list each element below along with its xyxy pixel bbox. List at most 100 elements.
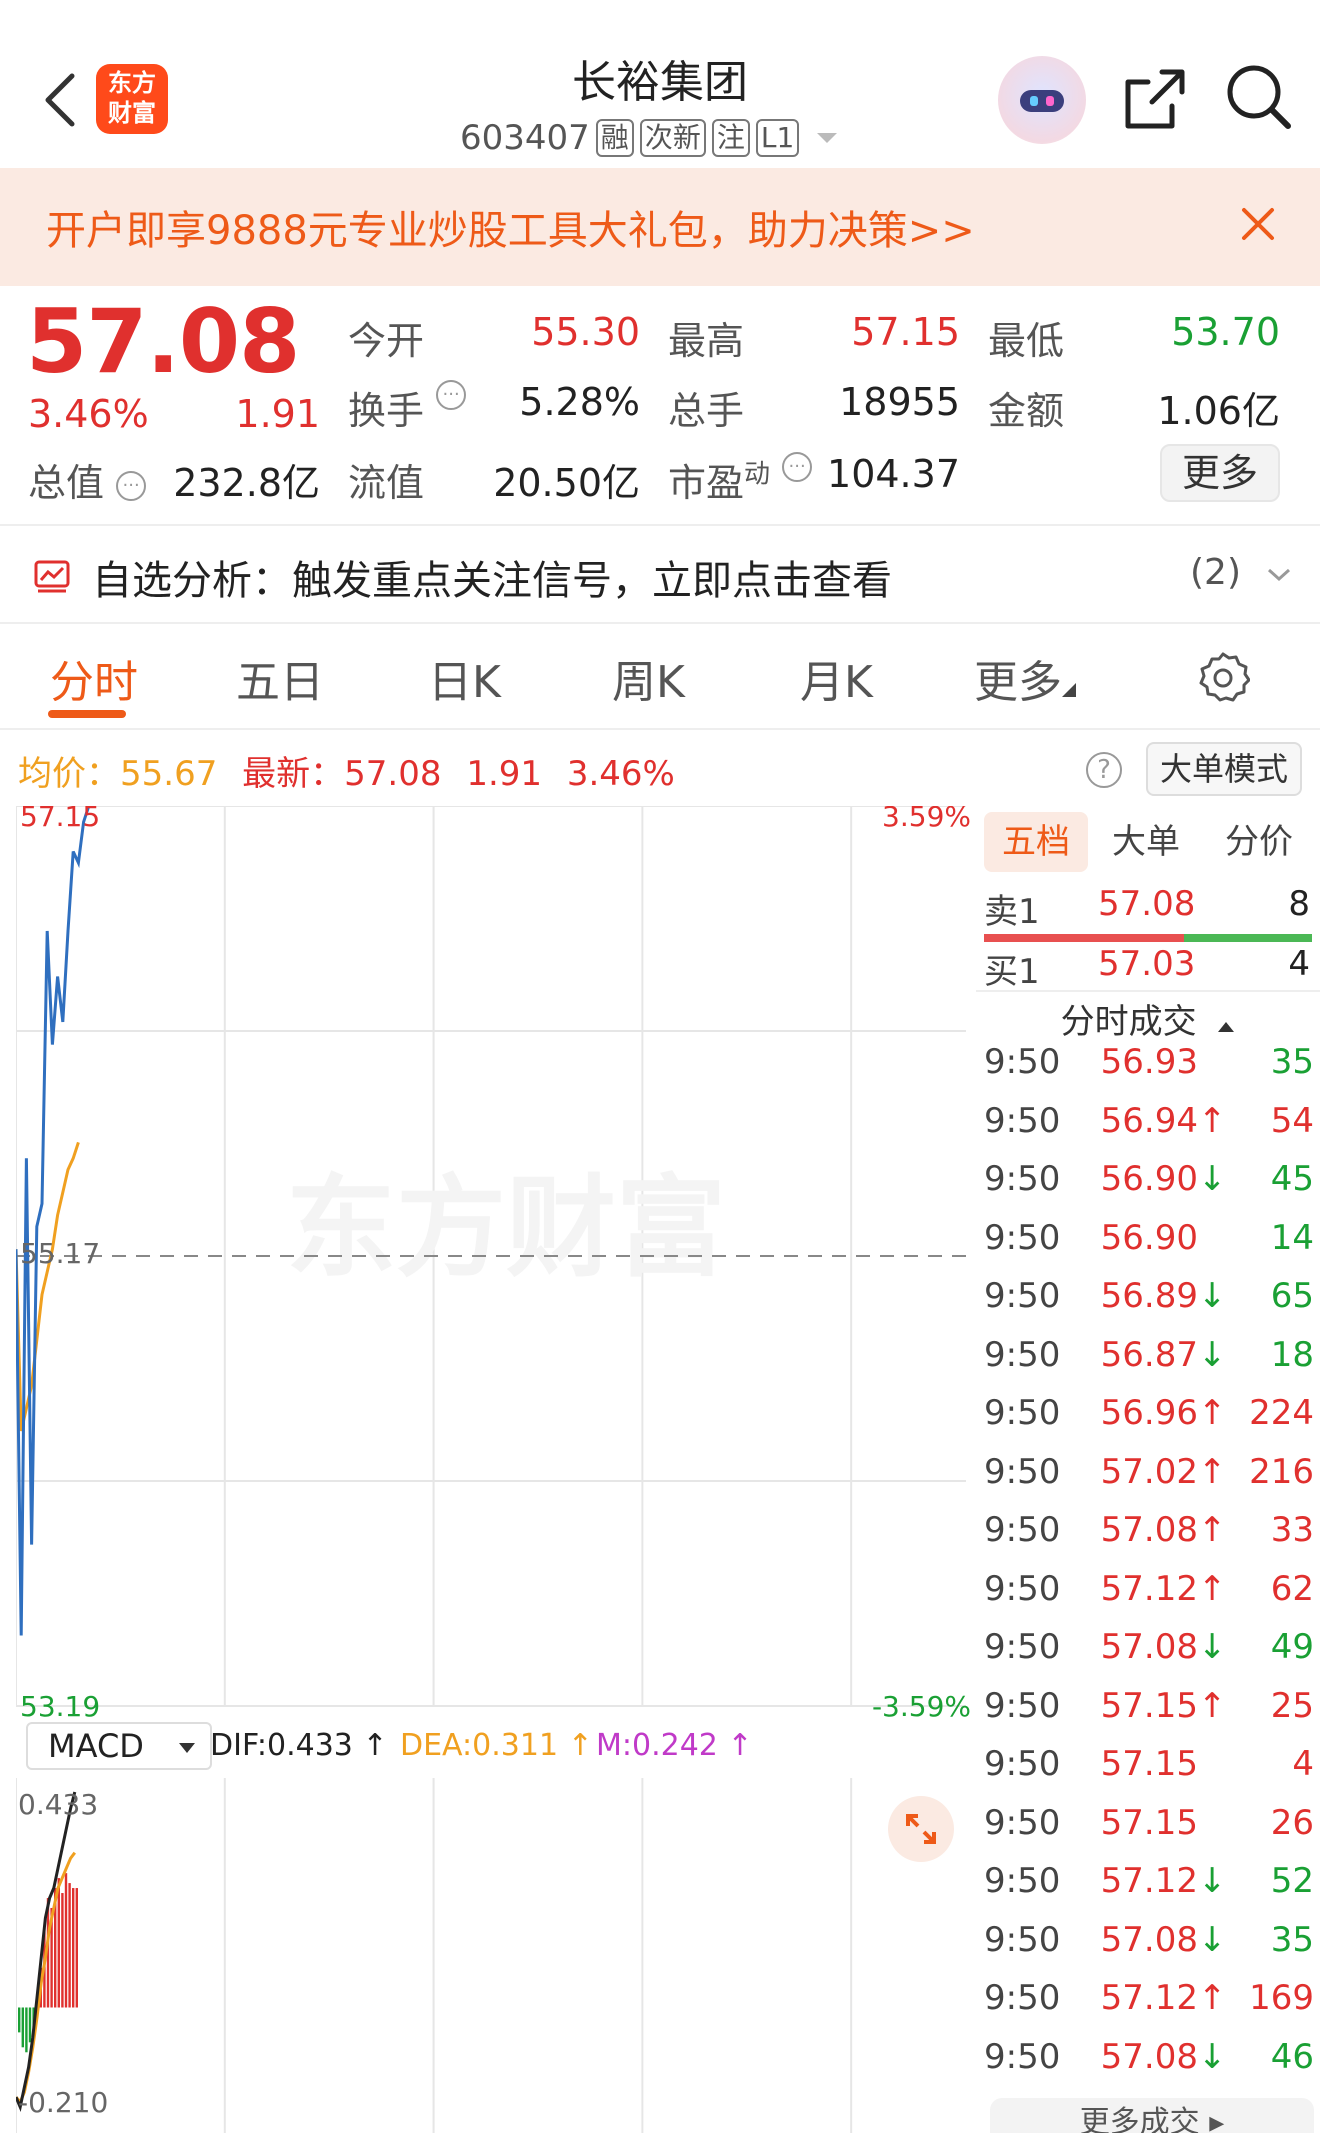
tick-direction-icon: ↑ xyxy=(1198,1685,1227,1726)
tick-row: 9:50 57.15 4 xyxy=(984,1744,1314,1802)
ticks-title: 分时成交 xyxy=(1060,1002,1197,1042)
tick-price-text: 57.08 xyxy=(1100,2036,1198,2077)
tab-price-distribution[interactable]: 分价 xyxy=(1204,812,1314,872)
macd-y-bottom-label: -0.210 xyxy=(18,2086,108,2119)
close-icon[interactable] xyxy=(1238,204,1278,244)
high-label: 最高 xyxy=(668,319,745,363)
more-quote-button[interactable]: 更多 xyxy=(1160,444,1280,502)
info-icon: ··· xyxy=(116,470,147,501)
tick-volume: 52 xyxy=(1270,1861,1314,1901)
macd-dea: DEA:0.311 ↑ xyxy=(400,1728,593,1763)
more-trades-button[interactable]: 更多成交 ▸ xyxy=(990,2098,1314,2133)
tick-row: 9:50 57.12↑ 62 xyxy=(984,1569,1314,1627)
tick-time: 9:50 xyxy=(984,1042,1061,1082)
macd-chart[interactable]: 0.433 -0.210 xyxy=(16,1778,976,2133)
tick-price-text: 57.12 xyxy=(1100,1978,1198,2018)
tag-registration: 注 xyxy=(711,119,750,157)
tab-five-day[interactable]: 五日 xyxy=(236,646,324,710)
pct-bottom-label: -3.59% xyxy=(872,1690,971,1723)
tab-five-levels[interactable]: 五档 xyxy=(984,812,1088,872)
tick-price-text: 56.87 xyxy=(1100,1334,1198,1375)
avg-value: 55.67 xyxy=(120,754,218,794)
amount-label: 金额 xyxy=(988,389,1065,433)
tick-direction-icon: ↓ xyxy=(1198,2036,1227,2077)
promo-banner[interactable]: 开户即享9888元专业炒股工具大礼包，助力决策>> xyxy=(0,168,1320,286)
tick-row: 9:50 56.94↑ 54 xyxy=(984,1101,1314,1159)
tab-weekly-k[interactable]: 周K xyxy=(612,646,685,710)
intraday-chart[interactable]: 东方财富 57.15 55.17 53.19 3.59% -3.59% xyxy=(16,806,976,1734)
tick-price: 57.12↑ xyxy=(1090,1569,1227,1609)
stock-code-line[interactable]: 603407 融 次新 注 L1 xyxy=(460,116,839,160)
tick-volume: 46 xyxy=(1270,2036,1314,2077)
low-value: 53.70 xyxy=(1171,310,1280,354)
macd-hist-bar xyxy=(28,2007,32,2043)
tick-time: 9:50 xyxy=(984,1861,1061,1901)
tick-price-text: 56.94 xyxy=(1100,1100,1198,1141)
latest-change-percent: 3.46% xyxy=(566,754,675,794)
macd-hist-bar xyxy=(75,1888,78,2008)
tab-intraday[interactable]: 分时 xyxy=(50,646,138,710)
help-icon[interactable]: ? xyxy=(1086,752,1122,788)
tick-price-text: 57.15 xyxy=(1100,1685,1198,1726)
macd-hist-bar xyxy=(61,1893,64,2008)
tick-volume: 49 xyxy=(1270,1627,1314,1667)
tick-row: 9:50 57.08↓ 35 xyxy=(984,1920,1314,1978)
tick-direction-icon: ↑ xyxy=(1198,1100,1227,1141)
tick-direction-icon: ↓ xyxy=(1198,1919,1227,1960)
ticks-header[interactable]: 分时成交 xyxy=(976,990,1320,1043)
analysis-count[interactable]: (2) xyxy=(1190,552,1292,593)
macd-dif-text: DIF:0.433 xyxy=(210,1728,353,1763)
tick-time: 9:50 xyxy=(984,1510,1061,1550)
corner-triangle-icon xyxy=(1062,683,1076,697)
mktcap-value: 232.8亿 xyxy=(173,461,320,505)
tick-row: 9:50 57.15 26 xyxy=(984,1803,1314,1861)
pe-label-group[interactable]: 市盈动 ··· xyxy=(668,452,813,507)
tab-daily-k[interactable]: 日K xyxy=(428,646,501,710)
ask-volume: 8 xyxy=(1288,884,1310,924)
big-order-mode-button[interactable]: 大单模式 xyxy=(1146,742,1302,796)
tick-price-text: 57.08 xyxy=(1100,1627,1198,1667)
tick-time: 9:50 xyxy=(984,1978,1061,2018)
tick-price: 56.94↑ xyxy=(1090,1100,1227,1141)
tick-price: 57.12↑ xyxy=(1090,1978,1227,2018)
tab-big-orders[interactable]: 大单 xyxy=(1096,812,1196,872)
low-label: 最低 xyxy=(988,319,1065,363)
mktcap-label-group[interactable]: 总值 ··· xyxy=(28,452,147,507)
tab-monthly-k[interactable]: 月K xyxy=(800,646,873,710)
tick-price-text: 57.08 xyxy=(1100,1510,1198,1550)
tick-price-text: 57.15 xyxy=(1100,1744,1198,1784)
macd-hist-bar xyxy=(72,1888,75,2008)
indicator-select-value: MACD xyxy=(48,1727,144,1765)
tick-row: 9:50 57.12↑ 169 xyxy=(984,1978,1314,2036)
settings-gear-icon[interactable] xyxy=(1196,650,1250,704)
expand-button[interactable] xyxy=(888,1796,954,1862)
tick-time: 9:50 xyxy=(984,1100,1061,1141)
tick-volume: 18 xyxy=(1270,1334,1314,1375)
tick-price-text: 57.08 xyxy=(1100,1919,1198,1960)
expand-icon xyxy=(906,1814,936,1844)
indicator-select[interactable]: MACD xyxy=(26,1722,212,1770)
tab-more[interactable]: 更多 xyxy=(974,646,1076,710)
tick-direction-icon: ↓ xyxy=(1198,1627,1227,1667)
tick-price: 57.08↓ xyxy=(1090,1919,1227,1960)
tick-price: 57.08↑ xyxy=(1090,1510,1227,1550)
tick-time: 9:50 xyxy=(984,1451,1061,1492)
ai-assistant-avatar[interactable] xyxy=(998,56,1086,144)
tick-price: 56.96↑ xyxy=(1090,1393,1227,1433)
tick-direction-icon: ↓ xyxy=(1198,1159,1227,1199)
tick-direction-icon: ↑ xyxy=(1198,1451,1227,1492)
pct-top-label: 3.59% xyxy=(882,806,971,833)
tick-direction-icon: ↑ xyxy=(1198,1510,1227,1550)
tick-price: 57.15 xyxy=(1090,1803,1220,1843)
open-label: 今开 xyxy=(348,319,425,363)
float-label: 流值 xyxy=(348,461,425,505)
analysis-notice[interactable]: 自选分析：触发重点关注信号，立即点击查看 xyxy=(92,548,892,606)
search-icon[interactable] xyxy=(1224,62,1294,132)
price-line xyxy=(16,806,91,1636)
share-icon[interactable] xyxy=(1122,66,1188,132)
turnover-label-group[interactable]: 换手 ··· xyxy=(348,380,467,435)
tick-price: 56.87↓ xyxy=(1090,1334,1227,1375)
change-amount: 1.91 xyxy=(235,392,320,436)
tick-time: 9:50 xyxy=(984,1334,1061,1375)
macd-dif: DIF:0.433 ↑ xyxy=(210,1728,388,1763)
